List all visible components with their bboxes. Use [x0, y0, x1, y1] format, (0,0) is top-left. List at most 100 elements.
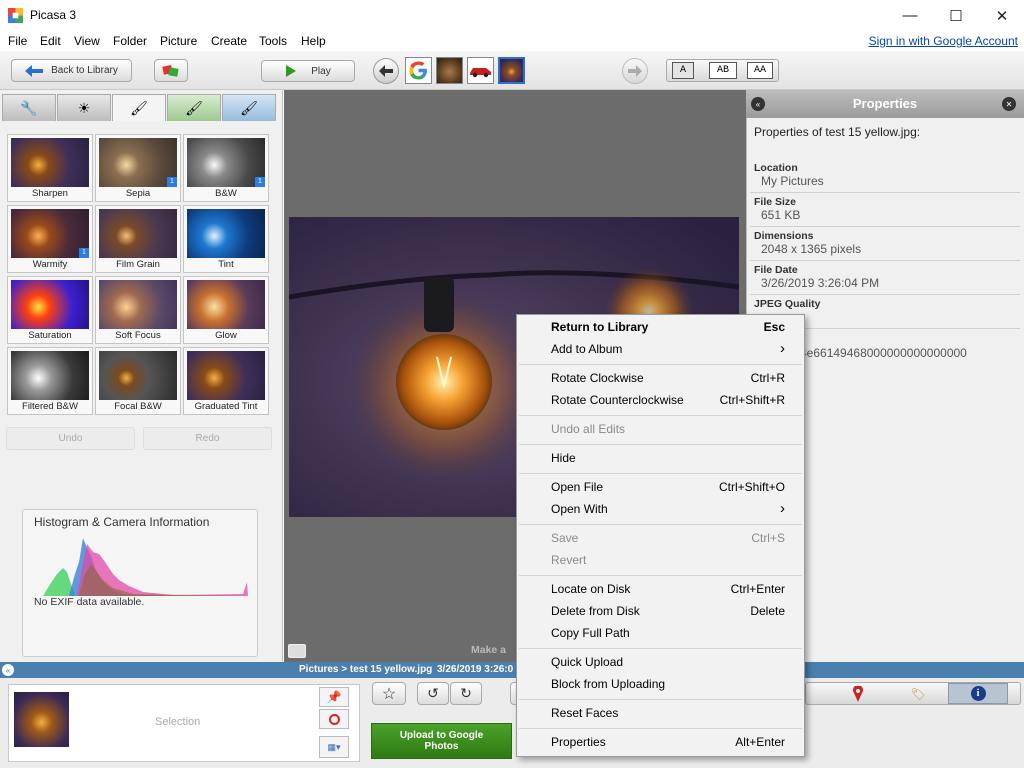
thumbnail-dog[interactable] — [436, 57, 463, 84]
context-menu-item-reset-faces[interactable]: Reset Faces — [551, 702, 791, 724]
applied-count-badge: 1 — [167, 177, 177, 187]
context-menu-item-undo-all-edits[interactable]: Undo all Edits — [551, 418, 791, 440]
tab-effects[interactable]: 🖌 — [112, 94, 166, 121]
applied-count-badge: 1 — [255, 177, 265, 187]
menu-item-label: Add to Album — [551, 342, 623, 356]
tab-basic-fixes[interactable]: 🔧 — [2, 94, 56, 121]
context-menu-item-open-with[interactable]: Open With › — [551, 498, 791, 520]
context-menu-item-rotate-counterclockwise[interactable]: Rotate Counterclockwise Ctrl+Shift+R — [551, 389, 791, 411]
next-photo-button[interactable] — [622, 58, 648, 84]
context-menu-item-hide[interactable]: Hide — [551, 447, 791, 469]
effect-preview — [11, 280, 89, 329]
album-dropdown-button[interactable]: ▦▾ — [319, 736, 349, 758]
effect-film-grain[interactable]: Film Grain — [95, 205, 181, 273]
effect-warmify[interactable]: 1 Warmify — [7, 205, 93, 273]
effect-graduated-tint[interactable]: Graduated Tint — [183, 347, 269, 415]
context-menu-item-return-to-library[interactable]: Return to Library Esc — [551, 316, 791, 338]
upload-label-line1: Upload to Google — [399, 730, 484, 741]
tray-thumbnail[interactable] — [14, 692, 69, 747]
effect-soft-focus[interactable]: Soft Focus — [95, 276, 181, 344]
effect-saturation[interactable]: Saturation — [7, 276, 93, 344]
text-size-ab[interactable]: AB — [709, 62, 737, 79]
geotag-button[interactable] — [838, 684, 878, 703]
previous-photo-button[interactable] — [373, 58, 399, 84]
histogram-chart — [43, 538, 248, 596]
effect-sharpen[interactable]: Sharpen — [7, 134, 93, 202]
caption-icon[interactable] — [288, 644, 306, 658]
menu-folder[interactable]: Folder — [113, 34, 147, 48]
redo-button[interactable]: Redo — [143, 427, 272, 450]
undo-button[interactable]: Undo — [6, 427, 135, 450]
menu-edit[interactable]: Edit — [40, 34, 61, 48]
histogram-panel: Histogram & Camera Information No EXIF d… — [22, 509, 258, 657]
menu-item-label: Open With — [551, 502, 608, 516]
tags-button[interactable]: 🏷 — [893, 684, 943, 703]
effect-preview: 1 — [187, 138, 265, 187]
tab-effects-3[interactable]: 🖌 — [222, 94, 276, 121]
menu-file[interactable]: File — [8, 34, 27, 48]
tab-tuning[interactable]: ☀ — [57, 94, 111, 121]
context-menu-item-properties[interactable]: Properties Alt+Enter — [551, 731, 791, 753]
play-button[interactable]: Play — [261, 60, 355, 82]
close-button[interactable]: ✕ — [979, 0, 1024, 31]
collage-icon — [162, 64, 179, 77]
rotate-left-button[interactable]: ↺ — [417, 682, 449, 705]
star-button[interactable]: ☆ — [372, 682, 406, 705]
google-logo-icon — [409, 61, 427, 80]
expand-tray-icon[interactable]: « — [2, 664, 14, 676]
rotate-right-button[interactable]: ↻ — [450, 682, 482, 705]
picasa-logo-icon — [8, 8, 23, 23]
back-to-library-button[interactable]: Back to Library — [11, 59, 132, 82]
maximize-button[interactable]: ☐ — [933, 0, 979, 31]
effect-focal-bandw[interactable]: Focal B&W — [95, 347, 181, 415]
text-size-aa[interactable]: AA — [747, 62, 773, 79]
upload-to-google-photos-button[interactable]: Upload to Google Photos — [371, 723, 512, 759]
property-value: 3/26/2019 3:26:04 PM — [761, 276, 880, 290]
play-label: Play — [311, 65, 331, 77]
clear-selection-button[interactable] — [319, 709, 349, 729]
effect-glow[interactable]: Glow — [183, 276, 269, 344]
menu-help[interactable]: Help — [301, 34, 326, 48]
collage-button[interactable] — [154, 59, 188, 82]
context-menu-item-delete-from-disk[interactable]: Delete from Disk Delete — [551, 600, 791, 622]
hold-pin-button[interactable]: 📌 — [319, 687, 349, 707]
menu-picture[interactable]: Picture — [160, 34, 197, 48]
context-menu-item-locate-on-disk[interactable]: Locate on Disk Ctrl+Enter — [551, 578, 791, 600]
effect-preview: 1 — [11, 209, 89, 258]
tab-effects-2[interactable]: 🖌 — [167, 94, 221, 121]
close-panel-icon[interactable]: ✕ — [1002, 97, 1016, 111]
menu-view[interactable]: View — [74, 34, 100, 48]
effect-tint[interactable]: Tint — [183, 205, 269, 273]
properties-toggle-button[interactable]: i — [948, 683, 1008, 704]
context-menu-item-rotate-clockwise[interactable]: Rotate Clockwise Ctrl+R — [551, 367, 791, 389]
context-menu-item-revert[interactable]: Revert — [551, 549, 791, 571]
minimize-button[interactable]: — — [887, 0, 933, 31]
text-size-a[interactable]: A — [672, 62, 694, 79]
wrench-icon: 🔧 — [20, 99, 38, 116]
effect-label: Graduated Tint — [194, 401, 258, 412]
effect-sepia[interactable]: 1 Sepia — [95, 134, 181, 202]
context-menu-item-add-to-album[interactable]: Add to Album › — [551, 338, 791, 360]
context-menu-item-quick-upload[interactable]: Quick Upload — [551, 651, 791, 673]
effect-preview — [187, 209, 265, 258]
context-menu-item-block-from-uploading[interactable]: Block from Uploading — [551, 673, 791, 695]
property-row: File Date 3/26/2019 3:26:04 PM — [750, 261, 1020, 295]
menu-separator — [519, 728, 802, 729]
thumbnail-bulb-selected[interactable] — [498, 57, 525, 84]
effect-preview — [187, 351, 265, 400]
context-menu-item-open-file[interactable]: Open File Ctrl+Shift+O — [551, 476, 791, 498]
context-menu-item-save[interactable]: Save Ctrl+S — [551, 527, 791, 549]
brush-icon: 🖌 — [130, 99, 148, 116]
menu-tools[interactable]: Tools — [259, 34, 287, 48]
effect-filtered-bandw[interactable]: Filtered B&W — [7, 347, 93, 415]
thumbnail-car[interactable] — [467, 57, 494, 84]
caption-placeholder[interactable]: Make a — [471, 644, 506, 656]
effect-label: Filtered B&W — [22, 401, 78, 412]
context-menu-item-copy-full-path[interactable]: Copy Full Path — [551, 622, 791, 644]
menu-create[interactable]: Create — [211, 34, 247, 48]
thumbnail-google[interactable] — [405, 57, 432, 84]
effect-preview — [187, 280, 265, 329]
sign-in-link[interactable]: Sign in with Google Account — [869, 34, 1018, 48]
effect-bandw[interactable]: 1 B&W — [183, 134, 269, 202]
context-menu: Return to Library Esc Add to Album › Rotate … — [516, 314, 805, 757]
